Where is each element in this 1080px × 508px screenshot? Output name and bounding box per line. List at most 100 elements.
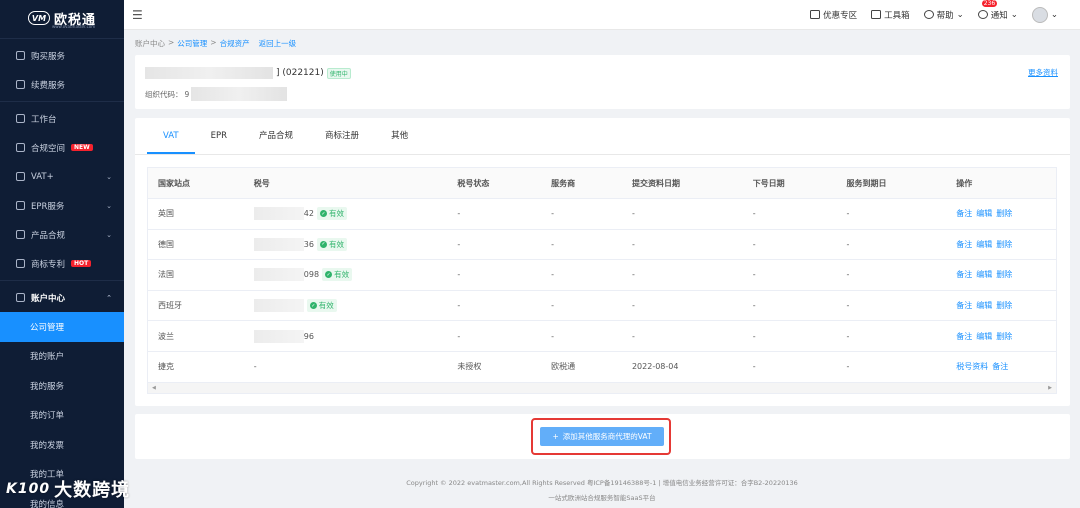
delete-link[interactable]: 删除 [996,239,1012,250]
valid-label: 有效 [328,239,344,249]
expire-date-cell: - [846,331,850,341]
breadcrumb-assets[interactable]: 合规资产 [220,38,250,49]
header-help-label: 帮助 [936,10,954,21]
tax-cell: 36 ✓ 有效 [244,237,448,251]
breadcrumb-sep: > [210,38,217,47]
sidebar-item-label: EPR服务 [31,201,65,212]
note-link[interactable]: 备注 [956,208,972,219]
scroll-left-icon[interactable]: ◀ [152,385,156,391]
sidebar-item-label: 商标专利 [31,259,66,270]
tax-status-cell: - [457,209,461,219]
issue-date-cell: - [752,301,756,311]
note-link[interactable]: 备注 [956,300,972,311]
sidebar-item-workbench[interactable]: 工作台 [0,104,124,133]
edit-link[interactable]: 编辑 [976,331,992,342]
check-circle-icon: ✓ [319,210,327,218]
sidebar-sub-orders[interactable]: 我的订单 [0,401,124,431]
watermark-text: 大数跨境 [54,480,131,501]
expire-date-cell: - [846,301,850,311]
sidebar-sub-company[interactable]: 公司管理 [0,312,124,342]
breadcrumb-sep: > [168,38,175,47]
valid-label: 有效 [328,209,344,219]
sidebar-item-account-center[interactable]: 账户中心 ⌃ [0,283,124,312]
sidebar-sub-account[interactable]: 我的账户 [0,342,124,372]
header-toolbox[interactable]: 工具箱 [871,9,910,21]
user-menu[interactable]: ⌄ [1031,6,1058,23]
note-link[interactable]: 备注 [992,361,1008,372]
edit-link[interactable]: 编辑 [976,239,992,250]
tax-info-link[interactable]: 税号资料 [956,361,988,372]
tax-redacted [253,207,304,221]
brand-mark: VM [27,11,50,25]
actions-cell: 备注 编辑 删除 [946,269,1056,280]
sidebar-divider [0,280,124,281]
bell-icon [977,10,988,19]
sidebar-sub-invoices[interactable]: 我的发票 [0,430,124,460]
delete-link[interactable]: 删除 [996,208,1012,219]
plus-icon: + [552,432,559,441]
more-info-link[interactable]: 更多资料 [1028,67,1058,78]
valid-badge: ✓ 有效 [316,237,347,251]
document-icon [16,172,25,181]
tab-epr[interactable]: EPR [195,118,243,154]
table-row: 西班牙 ✓ 有效 - - - - - 备注 编辑 删除 [148,291,1056,322]
delete-link[interactable]: 删除 [996,269,1012,280]
col-header: 税号状态 [457,178,490,188]
note-link[interactable]: 备注 [956,239,972,250]
edit-link[interactable]: 编辑 [976,208,992,219]
tax-suffix: 96 [303,331,314,341]
note-link[interactable]: 备注 [956,331,972,342]
table-row: 英国 42 ✓ 有效 - - - - - 备注 编辑 删除 [148,199,1056,230]
hot-badge: HOT [71,260,92,267]
tab-vat[interactable]: VAT [147,118,195,154]
edit-link[interactable]: 编辑 [976,269,992,280]
brand-logo[interactable]: VM 欧税通 [0,0,124,36]
add-vat-card: + 添加其他服务商代理的VAT [135,414,1070,459]
header-help[interactable]: 帮助 ⌄ [923,9,964,21]
org-code-label: 组织代码： [145,89,183,99]
tax-cell: 42 ✓ 有效 [244,207,448,221]
note-link[interactable]: 备注 [956,269,972,280]
table-row: 法国 098 ✓ 有效 - - - - - 备注 编辑 删除 [148,260,1056,291]
delete-link[interactable]: 删除 [996,331,1012,342]
tab-product-compliance[interactable]: 产品合规 [243,118,309,154]
horizontal-scrollbar[interactable]: ◀ ▶ [148,382,1056,393]
breadcrumb-root[interactable]: 账户中心 [135,38,165,49]
breadcrumb-company[interactable]: 公司管理 [177,38,207,49]
tax-cell: 96 [244,329,448,343]
col-header: 税号 [253,178,270,188]
sidebar-item-compliance-space[interactable]: 合规空间 NEW [0,133,124,162]
sidebar-item-epr[interactable]: EPR服务 ⌄ [0,191,124,220]
back-link[interactable]: 返回上一级 [259,38,297,49]
scroll-right-icon[interactable]: ▶ [1048,385,1052,391]
country-cell: 德国 [158,239,174,249]
tab-trademark[interactable]: 商标注册 [309,118,375,154]
provider-cell: - [551,239,555,249]
sidebar-item-vat[interactable]: VAT+ ⌄ [0,162,124,191]
sidebar-item-renew[interactable]: 续费服务 [0,70,124,99]
sidebar-item-buy[interactable]: 购买服务 [0,41,124,70]
actions-cell: 备注 编辑 删除 [946,300,1056,311]
monitor-icon [16,114,25,123]
header-promo[interactable]: 优惠专区 [810,9,857,21]
tax-status-cell: - [457,301,461,311]
company-info-card: ] (022121) 使用中 组织代码： 9 更多资料 [135,55,1070,109]
sidebar-sub-services[interactable]: 我的服务 [0,371,124,401]
assets-card: VAT EPR 产品合规 商标注册 其他 国家站点 税号 税号状态 服务商 提交… [135,118,1070,406]
sidebar-item-product-compliance[interactable]: 产品合规 ⌄ [0,220,124,249]
tab-other[interactable]: 其他 [375,118,424,154]
actions-cell: 备注 编辑 删除 [946,208,1056,219]
bag-icon [16,51,25,60]
sidebar-item-label: 工作台 [31,114,57,125]
sidebar-item-trademark[interactable]: 商标专利 HOT [0,249,124,278]
watermark: K100 大数跨境 [6,476,130,502]
header-notifications[interactable]: 236 通知 ⌄ [977,0,1018,21]
new-badge: NEW [71,144,93,151]
country-cell: 捷克 [158,362,174,372]
menu-toggle-icon[interactable]: ☰ [132,8,143,22]
delete-link[interactable]: 删除 [996,300,1012,311]
add-vat-button[interactable]: + 添加其他服务商代理的VAT [540,427,664,446]
edit-link[interactable]: 编辑 [976,300,992,311]
submit-date-cell: - [631,270,635,280]
col-header: 提交资料日期 [631,178,680,188]
